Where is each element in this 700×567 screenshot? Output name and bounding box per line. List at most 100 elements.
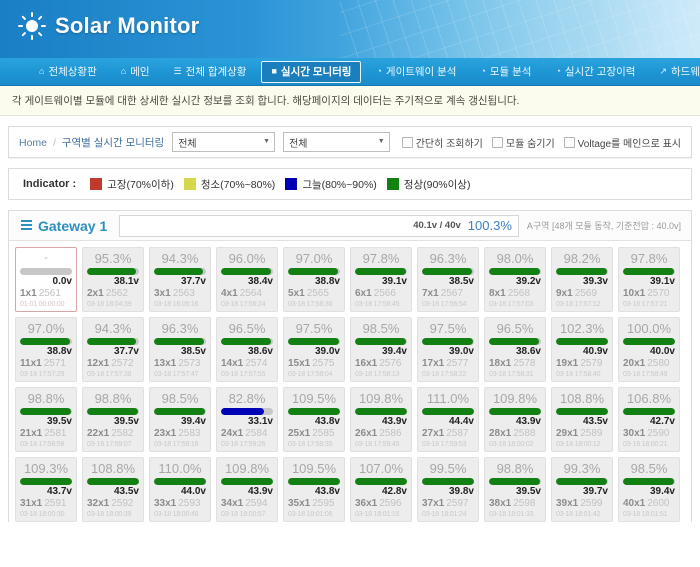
gateway-summary-bar[interactable]: 40.1v / 40v 100.3% xyxy=(119,214,519,237)
module-card[interactable]: 94.3% 37.7v 3x1 2563 03-18 18:05:16 xyxy=(149,247,211,312)
module-gauge xyxy=(20,338,72,345)
module-card[interactable]: 97.8% 39.1v 6x1 2566 03-18 17:56:45 xyxy=(350,247,412,312)
module-gauge-fill xyxy=(489,478,541,485)
module-gauge-fill xyxy=(556,338,608,345)
module-card[interactable]: 100.0% 40.0v 20x1 2580 03-18 17:58:49 xyxy=(618,317,680,382)
module-timestamp: 03-18 17:59:16 xyxy=(154,441,199,448)
module-card[interactable]: 109.5% 43.8v 25x1 2585 03-18 17:59:35 xyxy=(283,387,345,452)
module-card[interactable]: 98.0% 39.2v 8x1 2568 03-18 17:57:03 xyxy=(484,247,546,312)
module-card[interactable]: 97.5% 39.0v 17x1 2577 03-18 17:58:22 xyxy=(417,317,479,382)
module-card[interactable]: 109.8% 43.9v 34x1 2594 03-18 18:00:57 xyxy=(216,457,278,522)
breadcrumb-home[interactable]: Home xyxy=(19,137,47,149)
module-card[interactable]: -0.0v 1x1 2561 01-01 00:00:00 xyxy=(15,247,77,312)
module-gauge-fill xyxy=(623,408,675,415)
module-card[interactable]: 107.0% 42.8v 36x1 2596 03-18 18:01:15 xyxy=(350,457,412,522)
module-timestamp: 03-18 17:58:58 xyxy=(20,441,65,448)
module-gauge-fill xyxy=(20,268,72,275)
module-card[interactable]: 97.0% 38.8v 5x1 2565 03-18 17:56:36 xyxy=(283,247,345,312)
nav-item-8[interactable]: ↗하드웨어 오류분석 xyxy=(650,61,700,83)
area-select[interactable]: 전체 ▼ xyxy=(172,132,276,152)
module-voltage: 39.1v xyxy=(381,276,407,287)
module-gauge xyxy=(288,408,340,415)
module-id-line: 38x1 2598 xyxy=(489,498,541,510)
chart-icon: ◔ xyxy=(555,66,561,76)
nav-item-2[interactable]: ⌂ 메인 xyxy=(112,61,159,83)
module-serial: 2564 xyxy=(239,288,262,299)
module-card[interactable]: 109.5% 43.8v 35x1 2595 03-18 18:01:06 xyxy=(283,457,345,522)
module-voltage: 0.0v xyxy=(52,276,72,287)
module-card[interactable]: 97.5% 39.0v 15x1 2575 03-18 17:58:04 xyxy=(283,317,345,382)
module-voltage: 44.4v xyxy=(448,416,474,427)
module-voltage: 43.9v xyxy=(515,416,541,427)
module-card[interactable]: 98.5% 39.4v 16x1 2576 03-18 17:58:13 xyxy=(350,317,412,382)
module-card[interactable]: 96.5% 38.6v 14x1 2574 03-18 17:57:55 xyxy=(216,317,278,382)
checkbox-icon[interactable] xyxy=(491,136,503,148)
module-card[interactable]: 98.5% 39.4v 23x1 2583 03-18 17:59:16 xyxy=(149,387,211,452)
checkbox-icon[interactable] xyxy=(401,136,413,148)
gateway-select[interactable]: 전체 ▼ xyxy=(283,132,390,152)
module-card[interactable]: 111.0% 44.4v 27x1 2587 03-18 17:59:53 xyxy=(417,387,479,452)
module-serial: 2571 xyxy=(43,358,66,369)
module-id-line: 36x1 2596 xyxy=(355,498,407,510)
module-serial: 2589 xyxy=(580,428,603,439)
module-card[interactable]: 95.3% 38.1v 2x1 2562 03-18 18:04:39 xyxy=(82,247,144,312)
filter-checkbox-2[interactable]: 모듈 숨기기 xyxy=(491,135,555,150)
filter-checkbox-1[interactable]: 간단히 조회하기 xyxy=(401,135,483,150)
nav-item-3[interactable]: ☰ 전체 합계상황 xyxy=(165,61,256,83)
module-id: 8x1 xyxy=(489,288,506,299)
module-gauge xyxy=(221,338,273,345)
module-card[interactable]: 99.3% 39.7v 39x1 2599 03-18 18:01:42 xyxy=(551,457,613,522)
module-percent: 108.8% xyxy=(90,461,136,476)
module-timestamp: 03-18 17:56:54 xyxy=(422,301,467,308)
module-card[interactable]: 102.3% 40.9v 19x1 2579 03-18 17:58:40 xyxy=(551,317,613,382)
module-card[interactable]: 98.2% 39.3v 9x1 2569 03-18 17:57:12 xyxy=(551,247,613,312)
module-voltage: 39.8v xyxy=(448,486,474,497)
module-serial: 2574 xyxy=(245,358,268,369)
module-card[interactable]: 108.8% 43.5v 32x1 2592 03-18 18:00:39 xyxy=(82,457,144,522)
nav-item-6[interactable]: ◔ 모듈 분석 xyxy=(471,61,540,83)
module-card[interactable]: 96.3% 38.5v 13x1 2573 03-18 17:57:47 xyxy=(149,317,211,382)
module-timestamp: 03-18 17:59:35 xyxy=(288,441,333,448)
nav-item-label: 모듈 분석 xyxy=(489,66,532,78)
module-gauge xyxy=(87,408,139,415)
module-card[interactable]: 109.8% 43.9v 26x1 2586 03-18 17:59:45 xyxy=(350,387,412,452)
module-id-line: 10x1 2570 xyxy=(623,288,675,300)
module-card[interactable]: 108.8% 43.5v 29x1 2589 03-18 18:00:12 xyxy=(551,387,613,452)
module-card[interactable]: 96.3% 38.5v 7x1 2567 03-18 17:56:54 xyxy=(417,247,479,312)
module-card[interactable]: 97.8% 39.1v 10x1 2570 03-18 17:57:21 xyxy=(618,247,680,312)
module-percent: 97.8% xyxy=(630,251,668,266)
nav-item-7[interactable]: ◔ 실시간 고장이력 xyxy=(546,61,644,83)
filter-bar: Home / 구역별 실시간 모니터링 전체 ▼ 전체 ▼ 간단히 조회하기 모듈… xyxy=(8,126,692,158)
module-card[interactable]: 109.8% 43.9v 28x1 2588 03-18 18:00:02 xyxy=(484,387,546,452)
module-timestamp: 03-18 17:57:12 xyxy=(556,301,601,308)
module-card[interactable]: 98.5% 39.4v 40x1 2600 03-18 18:01:51 xyxy=(618,457,680,522)
module-card[interactable]: 96.5% 38.6v 18x1 2578 03-18 17:58:31 xyxy=(484,317,546,382)
nav-item-5[interactable]: ◔ 게이트웨이 분석 xyxy=(367,61,465,83)
module-card[interactable]: 109.3% 43.7v 31x1 2591 03-18 18:00:30 xyxy=(15,457,77,522)
module-card[interactable]: 97.0% 38.8v 11x1 2571 03-18 17:57:29 xyxy=(15,317,77,382)
module-card[interactable]: 94.3% 37.7v 12x1 2572 03-18 17:57:38 xyxy=(82,317,144,382)
module-serial: 2570 xyxy=(647,288,670,299)
indicator-item-2: 청소(70%~80%) xyxy=(183,177,276,192)
module-card[interactable]: 106.8% 42.7v 30x1 2590 03-18 18:00:21 xyxy=(618,387,680,452)
filter-checkbox-label: 간단히 조회하기 xyxy=(415,138,483,150)
module-card[interactable]: 98.8% 39.5v 22x1 2582 03-18 17:59:07 xyxy=(82,387,144,452)
module-id: 4x1 xyxy=(221,288,238,299)
module-card[interactable]: 82.8% 33.1v 24x1 2584 03-18 17:59:26 xyxy=(216,387,278,452)
module-card[interactable]: 98.8% 39.5v 21x1 2581 03-18 17:58:58 xyxy=(15,387,77,452)
module-gauge-fill xyxy=(355,408,407,415)
module-id-line: 24x1 2584 xyxy=(221,428,273,440)
module-gauge xyxy=(221,408,273,415)
indicator-item-label: 청소(70%~80%) xyxy=(200,178,276,191)
module-card[interactable]: 96.0% 38.4v 4x1 2564 03-18 17:56:24 xyxy=(216,247,278,312)
module-card[interactable]: 99.5% 39.8v 37x1 2597 03-18 18:01:24 xyxy=(417,457,479,522)
module-timestamp: 03-18 18:00:48 xyxy=(154,511,199,518)
filter-checkbox-3[interactable]: Voltage를 메인으로 표시 xyxy=(563,135,681,150)
module-card[interactable]: 110.0% 44.0v 33x1 2593 03-18 18:00:48 xyxy=(149,457,211,522)
nav-item-1[interactable]: ⌂ 전체상황판 xyxy=(30,61,106,83)
module-card[interactable]: 98.8% 39.5v 38x1 2598 03-18 18:01:33 xyxy=(484,457,546,522)
checkbox-icon[interactable] xyxy=(563,136,575,148)
nav-item-4[interactable]: ■ 실시간 모니터링 xyxy=(261,60,362,83)
module-voltage: 43.5v xyxy=(113,486,139,497)
module-serial: 2579 xyxy=(580,358,603,369)
